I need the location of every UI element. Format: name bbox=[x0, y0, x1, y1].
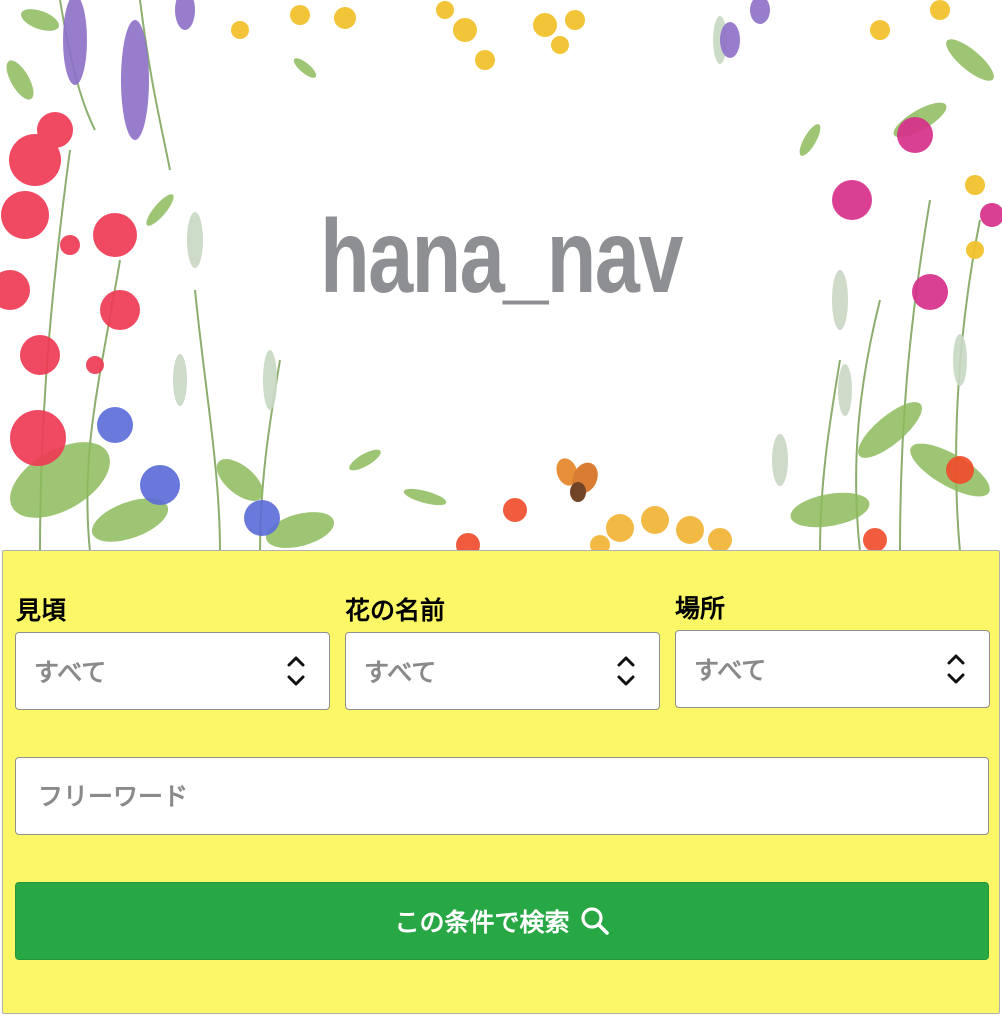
season-label: 見頃 bbox=[16, 596, 67, 625]
season-select[interactable]: すべて bbox=[15, 632, 330, 710]
location-select[interactable]: すべて bbox=[675, 630, 990, 708]
location-label: 場所 bbox=[675, 594, 726, 623]
location-select-value: すべて bbox=[694, 656, 767, 685]
flower-name-label: 花の名前 bbox=[345, 596, 446, 625]
hero-banner: hana_nav bbox=[0, 0, 1002, 552]
freeword-input[interactable] bbox=[15, 757, 989, 835]
chevron-up-down-icon bbox=[287, 656, 305, 686]
butterfly-illustration bbox=[556, 458, 598, 502]
chevron-up-down-icon bbox=[617, 656, 635, 686]
season-select-value: すべて bbox=[34, 658, 107, 687]
search-panel: 見頃 すべて 花の名前 すべて 場所 すべて この条件で検索 bbox=[2, 550, 1000, 1014]
site-logo[interactable]: hana_nav bbox=[110, 205, 892, 309]
flower-name-select[interactable]: すべて bbox=[345, 632, 660, 710]
flower-name-select-value: すべて bbox=[364, 658, 437, 687]
search-icon bbox=[580, 907, 609, 935]
chevron-up-down-icon bbox=[947, 654, 965, 684]
search-submit-label: この条件で検索 bbox=[394, 909, 570, 937]
search-submit-button[interactable]: この条件で検索 bbox=[15, 882, 989, 960]
